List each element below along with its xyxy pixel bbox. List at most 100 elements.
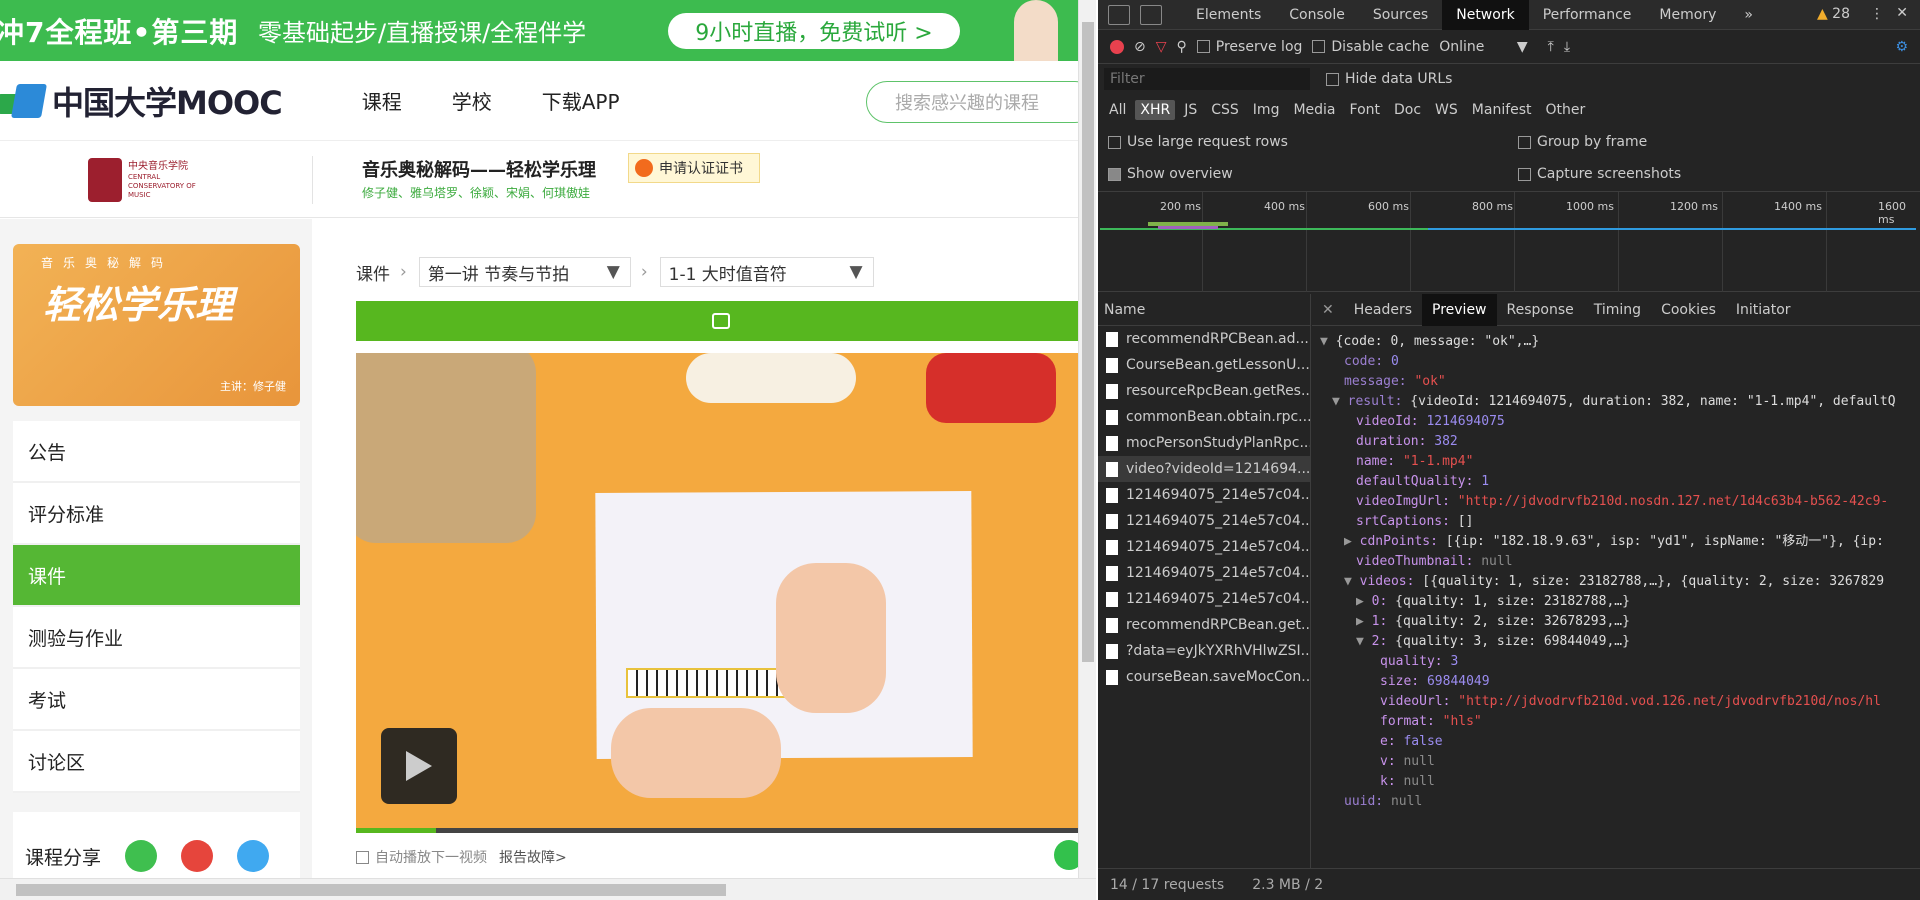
- cert-button[interactable]: 申请认证证书: [628, 153, 760, 183]
- lesson-select[interactable]: 1-1 大时值音符 ▼: [659, 257, 874, 287]
- request-row[interactable]: 1214694075_214e57c04...: [1098, 586, 1310, 612]
- tab-console[interactable]: Console: [1275, 0, 1359, 30]
- wechat-icon[interactable]: [125, 840, 158, 872]
- throttle-select[interactable]: Online ▼: [1439, 39, 1527, 55]
- record-icon[interactable]: [1110, 39, 1124, 54]
- disable-cache-checkbox[interactable]: Disable cache: [1312, 39, 1429, 55]
- qq-icon[interactable]: [237, 840, 270, 872]
- search-icon[interactable]: ⚲: [1177, 39, 1187, 55]
- request-row[interactable]: ?data=eyJkYXRhVHlwZSI...: [1098, 638, 1310, 664]
- preserve-log-checkbox[interactable]: Preserve log: [1196, 39, 1302, 55]
- request-row[interactable]: resourceRpcBean.getRes...: [1098, 378, 1310, 404]
- type-img[interactable]: Img: [1248, 100, 1285, 120]
- device-toolbar-icon[interactable]: [1140, 4, 1162, 25]
- type-css[interactable]: CSS: [1206, 100, 1244, 120]
- menu-item-quizzes[interactable]: 测验与作业: [13, 607, 300, 669]
- request-row[interactable]: 1214694075_214e57c04...: [1098, 560, 1310, 586]
- wechat-float-icon[interactable]: [1054, 840, 1078, 870]
- mooc-logo[interactable]: 中国大学MOOC: [0, 78, 283, 124]
- tab-elements[interactable]: Elements: [1182, 0, 1275, 30]
- nav-item-schools[interactable]: 学校: [452, 86, 492, 115]
- type-all[interactable]: All: [1104, 100, 1131, 120]
- settings-gear-icon[interactable]: ⚙: [1895, 39, 1908, 55]
- collapsed-arrow-icon[interactable]: ▶: [1356, 594, 1372, 609]
- video-progress-bar[interactable]: [356, 828, 1078, 833]
- menu-item-forum[interactable]: 讨论区: [13, 731, 300, 793]
- type-other[interactable]: Other: [1541, 100, 1591, 120]
- json-line[interactable]: ▶ 0: {quality: 1, size: 23182788,…}: [1312, 592, 1920, 612]
- type-doc[interactable]: Doc: [1389, 100, 1426, 120]
- tab-preview[interactable]: Preview: [1422, 293, 1497, 326]
- collapsed-arrow-icon[interactable]: ▶: [1344, 534, 1360, 549]
- request-row[interactable]: mocPersonStudyPlanRpc...: [1098, 430, 1310, 456]
- page-horizontal-scrollbar[interactable]: [0, 878, 1096, 900]
- banner-cta-button[interactable]: 9小时直播，免费试听 >: [668, 12, 960, 49]
- expanded-arrow-icon[interactable]: ▼: [1356, 634, 1372, 649]
- collapsed-arrow-icon[interactable]: ▶: [1356, 614, 1372, 629]
- json-line[interactable]: ▼ videos: [{quality: 1, size: 23182788,……: [1312, 572, 1920, 592]
- request-row[interactable]: recommendRPCBean.ad...: [1098, 326, 1310, 352]
- close-icon[interactable]: ✕: [1896, 5, 1908, 21]
- lecture-select[interactable]: 第一讲 节奏与节拍 ▼: [418, 257, 631, 287]
- json-line[interactable]: ▼ result: {videoId: 1214694075, duration…: [1312, 392, 1920, 412]
- school-logo[interactable]: 中央音乐学院 CENTRAL CONSERVATORY OF MUSIC: [88, 158, 223, 202]
- json-line[interactable]: ▶ cdnPoints: [{ip: "182.18.9.63", isp: "…: [1312, 532, 1920, 552]
- close-detail-icon[interactable]: ✕: [1312, 294, 1344, 326]
- large-rows-checkbox[interactable]: Use large request rows: [1108, 134, 1288, 150]
- type-xhr[interactable]: XHR: [1135, 100, 1176, 120]
- filter-icon[interactable]: ▽: [1156, 39, 1167, 55]
- clear-icon[interactable]: ⊘: [1134, 39, 1146, 55]
- tab-network[interactable]: Network: [1442, 0, 1529, 30]
- menu-item-grading[interactable]: 评分标准: [13, 483, 300, 545]
- breadcrumb-root[interactable]: 课件: [356, 260, 390, 285]
- request-row[interactable]: 1214694075_214e57c04...: [1098, 534, 1310, 560]
- tab-memory[interactable]: Memory: [1645, 0, 1730, 30]
- export-har-icon[interactable]: ⤓: [1564, 39, 1570, 55]
- request-row[interactable]: CourseBean.getLessonU...: [1098, 352, 1310, 378]
- name-column-header[interactable]: Name: [1098, 294, 1310, 326]
- tab-headers[interactable]: Headers: [1344, 294, 1422, 326]
- kebab-menu-icon[interactable]: ⋮: [1870, 6, 1884, 22]
- request-row[interactable]: courseBean.saveMocCon...: [1098, 664, 1310, 690]
- tab-timing[interactable]: Timing: [1584, 294, 1651, 326]
- type-ws[interactable]: WS: [1430, 100, 1463, 120]
- request-row[interactable]: recommendRPCBean.get...: [1098, 612, 1310, 638]
- type-js[interactable]: JS: [1179, 100, 1202, 120]
- group-frame-checkbox[interactable]: Group by frame: [1518, 134, 1647, 150]
- promo-banner[interactable]: 冲7全程班•第三期 零基础起步/直播授课/全程伴学 9小时直播，免费试听 >: [0, 0, 1078, 61]
- tab-sources[interactable]: Sources: [1359, 0, 1442, 30]
- type-media[interactable]: Media: [1288, 100, 1340, 120]
- expanded-arrow-icon[interactable]: ▼: [1332, 394, 1348, 409]
- hide-data-urls-checkbox[interactable]: Hide data URLs: [1326, 71, 1452, 87]
- tab-cookies[interactable]: Cookies: [1651, 294, 1726, 326]
- request-row[interactable]: commonBean.obtain.rpc...: [1098, 404, 1310, 430]
- expanded-arrow-icon[interactable]: ▼: [1344, 574, 1360, 589]
- request-row[interactable]: video?videoId=1214694...: [1098, 456, 1310, 482]
- play-button[interactable]: [381, 728, 457, 804]
- tab-performance[interactable]: Performance: [1529, 0, 1646, 30]
- menu-item-courseware[interactable]: 课件: [13, 545, 300, 607]
- menu-item-announcements[interactable]: 公告: [13, 421, 300, 483]
- weibo-icon[interactable]: [181, 840, 214, 872]
- filter-input[interactable]: Filter: [1104, 68, 1310, 90]
- autoplay-checkbox[interactable]: [356, 850, 369, 864]
- menu-item-exam[interactable]: 考试: [13, 669, 300, 731]
- search-input[interactable]: 搜索感兴趣的课程: [866, 81, 1078, 123]
- type-font[interactable]: Font: [1345, 100, 1385, 120]
- request-row[interactable]: 1214694075_214e57c04...: [1098, 508, 1310, 534]
- type-manifest[interactable]: Manifest: [1467, 100, 1537, 120]
- json-preview[interactable]: ▼ {code: 0, message: "ok",…} code: 0 messa…: [1312, 326, 1920, 812]
- report-link[interactable]: 报告故障>: [499, 847, 567, 867]
- inspect-icon[interactable]: [1108, 4, 1130, 25]
- json-line[interactable]: ▼ {code: 0, message: "ok",…}: [1312, 332, 1920, 352]
- nav-item-download-app[interactable]: 下载APP: [542, 86, 620, 115]
- nav-item-courses[interactable]: 课程: [362, 86, 402, 115]
- page-vertical-scrollbar[interactable]: [1078, 0, 1096, 878]
- expanded-arrow-icon[interactable]: ▼: [1320, 334, 1336, 349]
- tab-response[interactable]: Response: [1497, 294, 1584, 326]
- import-har-icon[interactable]: ⤒: [1548, 39, 1554, 55]
- request-row[interactable]: 1214694075_214e57c04...: [1098, 482, 1310, 508]
- capture-screenshots-checkbox[interactable]: Capture screenshots: [1518, 166, 1681, 182]
- more-tabs-button[interactable]: »: [1730, 0, 1767, 30]
- json-line[interactable]: ▶ 1: {quality: 2, size: 32678293,…}: [1312, 612, 1920, 632]
